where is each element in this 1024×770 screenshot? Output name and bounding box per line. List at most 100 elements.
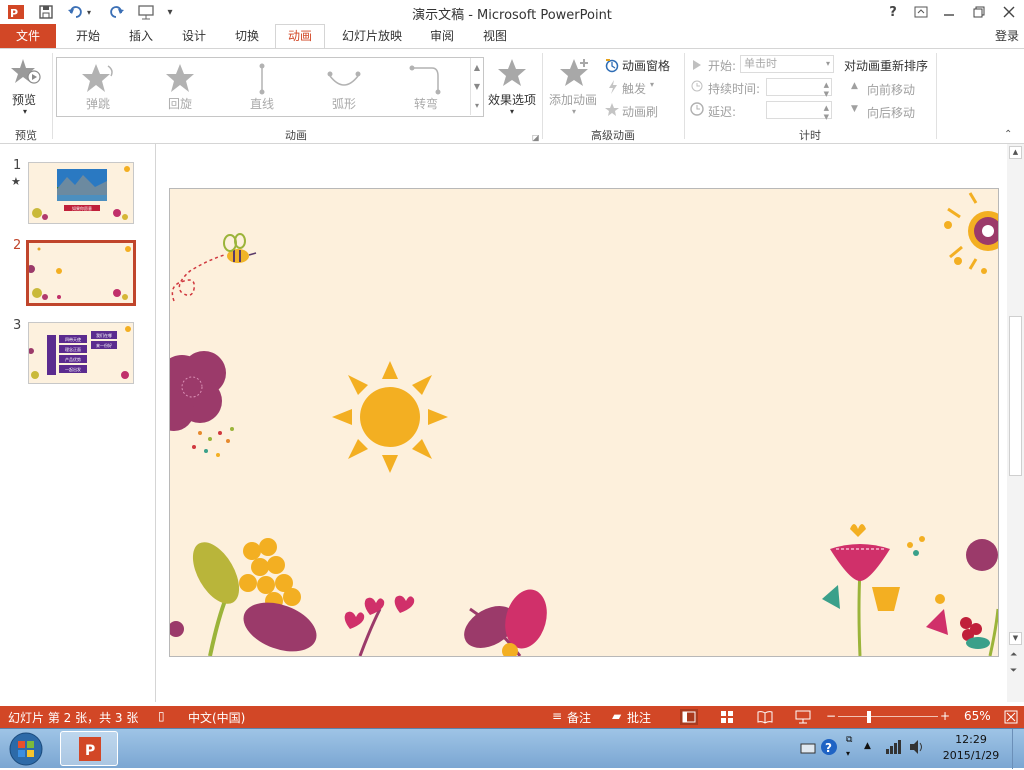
duration-spinner[interactable]: ▲ ▼ <box>766 78 832 98</box>
move-earlier-icon: ▲ <box>851 81 858 91</box>
help-button[interactable]: ? <box>880 2 906 22</box>
trigger-button[interactable]: 触发 <box>622 80 646 97</box>
zoom-in-icon[interactable]: + <box>940 709 950 723</box>
move-earlier-button[interactable]: 向前移动 <box>867 81 915 98</box>
delay-spinner[interactable]: ▲ ▼ <box>766 101 832 121</box>
add-animation-star-icon <box>560 59 588 86</box>
gallery-item-turn[interactable]: 转弯 <box>391 60 461 114</box>
gallery-scroll-down-icon[interactable]: ▼ <box>470 77 483 96</box>
reading-view-icon[interactable] <box>756 709 774 725</box>
gallery-item-bounce[interactable]: 弹跳 <box>63 60 133 114</box>
restore-icon[interactable] <box>966 2 992 22</box>
zoom-slider[interactable] <box>838 716 938 717</box>
windows-taskbar: P ? ⧉ ▾ ▲ 12:29 2015/1/29 <box>0 728 1024 769</box>
clock-date[interactable]: 2015/1/29 <box>936 749 1006 762</box>
bee-illustration <box>171 233 257 302</box>
slideshow-view-icon[interactable] <box>794 709 812 725</box>
vertical-scrollbar[interactable]: ▲ ▼ ⏶ ⏷ <box>1007 144 1024 702</box>
animation-painter-icon <box>604 102 620 118</box>
delay-clock-icon <box>690 102 704 116</box>
comments-button[interactable]: 批注 <box>627 709 651 726</box>
gallery-item-line[interactable]: 直线 <box>227 60 297 114</box>
animation-painter-button[interactable]: 动画刷 <box>622 103 658 120</box>
slide-count-status[interactable]: 幻灯片 第 2 张，共 3 张 <box>8 709 138 726</box>
next-slide-icon[interactable]: ⏷ <box>1010 666 1017 676</box>
slide-number: 2 <box>13 238 22 253</box>
notes-button[interactable]: 备注 <box>567 709 591 726</box>
effect-options-label: 效果选项 <box>488 93 537 107</box>
tab-slideshow[interactable]: 幻灯片放映 <box>332 24 412 48</box>
gallery-scroll-up-icon[interactable]: ▲ <box>470 58 483 77</box>
tab-view[interactable]: 视图 <box>470 24 520 48</box>
taskbar-powerpoint-button[interactable]: P <box>60 731 118 766</box>
slide-sorter-view-icon[interactable] <box>718 709 736 725</box>
gallery-item-spin[interactable]: 回旋 <box>145 60 215 114</box>
current-slide-canvas[interactable] <box>169 188 999 657</box>
fit-to-window-icon[interactable] <box>1004 710 1018 724</box>
slide-thumbnail-2[interactable] <box>26 240 136 306</box>
start-label: 开始: <box>708 59 737 73</box>
gallery-item-arc[interactable]: 弧形 <box>309 60 379 114</box>
group-label-timing: 计时 <box>799 129 821 142</box>
slide-thumbnail-3[interactable]: 四带天使 理念正面 产品优势 一起出发 我们在哪 来一份好 <box>28 322 134 384</box>
move-later-button[interactable]: 向后移动 <box>867 104 915 121</box>
powerpoint-taskbar-icon: P <box>79 737 101 761</box>
login-link[interactable]: 登录 <box>990 24 1024 48</box>
thumb3-item: 我们在哪 <box>96 332 112 338</box>
scroll-down-icon[interactable]: ▼ <box>1009 632 1022 645</box>
tab-insert[interactable]: 插入 <box>116 24 166 48</box>
tray-dropdown-icon[interactable]: ▾ <box>846 749 850 758</box>
duration-label: 持续时间: <box>708 82 761 96</box>
clock-time[interactable]: 12:29 <box>944 733 998 746</box>
scroll-up-icon[interactable]: ▲ <box>1009 146 1022 159</box>
keyboard-icon[interactable] <box>800 741 816 755</box>
show-hidden-icons[interactable]: ▲ <box>864 741 871 751</box>
slide-thumbnail-pane: 1 ★ 如果你愿意 2 3 四带天使 理念正面 产品优势 一起出发 我们在哪 来… <box>0 144 156 702</box>
previous-slide-icon[interactable]: ⏶ <box>1010 650 1017 660</box>
slide-editor <box>157 144 1007 702</box>
trigger-dropdown-icon: ▾ <box>650 80 655 89</box>
normal-view-icon[interactable] <box>680 709 698 725</box>
thumb3-item: 理念正面 <box>65 346 81 352</box>
preview-button[interactable]: 预览 ▾ <box>4 55 48 119</box>
tab-design[interactable]: 设计 <box>168 24 220 48</box>
spinner-down-icon[interactable]: ▼ <box>824 109 829 125</box>
gallery-more-icon[interactable]: ▾ <box>470 96 483 115</box>
volume-icon[interactable] <box>908 739 926 755</box>
zoom-level[interactable]: 65% <box>964 709 991 723</box>
network-icon[interactable] <box>884 739 902 755</box>
zoom-out-icon[interactable]: − <box>826 709 836 723</box>
close-icon[interactable] <box>996 2 1022 22</box>
help-tray-icon[interactable]: ? <box>820 738 838 756</box>
turn-path-icon <box>409 65 441 95</box>
effect-options-button[interactable]: 效果选项 ▾ <box>486 55 538 119</box>
animation-pane-button[interactable]: 动画窗格 <box>622 57 670 74</box>
collapse-ribbon-icon[interactable]: ⌃ <box>1004 129 1012 140</box>
start-button-icon[interactable] <box>6 731 46 767</box>
spelling-check-icon[interactable]: ▯ <box>158 709 165 723</box>
duration-clock-icon <box>691 80 703 92</box>
ribbon-display-options-icon[interactable] <box>908 2 934 22</box>
ime-icon[interactable]: ⧉ <box>846 735 852 745</box>
thumb3-item: 来一份好 <box>96 342 112 348</box>
add-animation-button[interactable]: 添加动画 ▾ <box>546 55 602 119</box>
sun-illustration <box>332 361 448 473</box>
slide-thumbnail-1[interactable]: 如果你愿意 <box>28 162 134 224</box>
minimize-icon[interactable] <box>936 2 962 22</box>
tab-animations[interactable]: 动画 <box>275 24 325 49</box>
tab-transitions[interactable]: 切换 <box>222 24 272 48</box>
zoom-slider-thumb[interactable] <box>866 711 871 723</box>
scroll-thumb[interactable] <box>1009 316 1022 476</box>
tab-home[interactable]: 开始 <box>62 24 114 48</box>
tab-file[interactable]: 文件 <box>0 24 56 48</box>
show-desktop-button[interactable] <box>1012 729 1024 769</box>
language-status[interactable]: 中文(中国) <box>188 709 245 726</box>
group-label-animation: 动画 <box>285 129 307 142</box>
start-select[interactable]: 单击时 ▾ <box>740 55 834 73</box>
trigger-icon <box>606 79 620 95</box>
slide-number: 1 <box>13 158 22 173</box>
sun-top-right-illustration <box>944 192 998 274</box>
tab-review[interactable]: 审阅 <box>416 24 468 48</box>
gallery-item-label: 转弯 <box>413 97 438 111</box>
animation-dialog-launcher-icon[interactable]: ◪ <box>532 133 540 142</box>
